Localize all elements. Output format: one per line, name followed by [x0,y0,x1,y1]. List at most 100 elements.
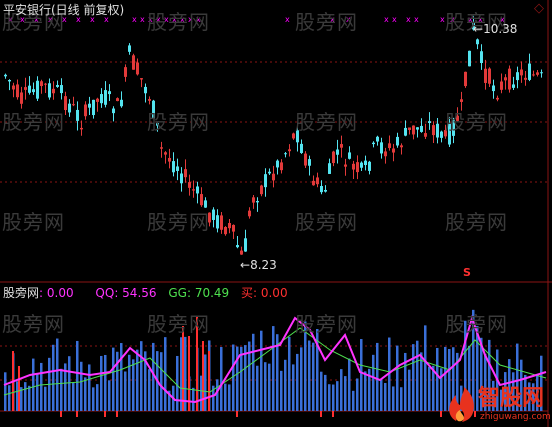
signal-marker: S [463,266,471,279]
candle-body [384,151,387,157]
candle-body [492,85,495,92]
buy-bar [208,351,210,411]
candle-body [104,90,107,105]
watermark: 股旁网 [445,110,508,134]
arrow-left-icon: ← [473,22,484,36]
candle-body [52,88,55,94]
candle-body [108,91,111,95]
histogram-bar [68,356,71,411]
histogram-bar [380,379,383,411]
watermark: 股旁网 [2,210,65,234]
candle-body [496,97,499,100]
candle-body [320,186,323,193]
histogram-bar [244,345,247,411]
watermark: 股旁网 [147,210,210,234]
indicator-legend: 股旁网: 0.00 QQ: 54.56 GG: 70.49 买: 0.00 [3,286,288,300]
chart-window[interactable]: xxxxxxxxxxxxxxxxxxxxxxxxxxxxx 股旁网 股旁网 股旁… [0,0,552,427]
candle-body [500,81,503,90]
histogram-bar [252,333,255,411]
candle-body [236,245,239,248]
candle-body [116,98,119,102]
histogram-bar [400,387,403,411]
cross-marker: x [285,15,290,24]
histogram-bar [88,364,91,411]
candle-body [380,142,383,154]
candle-body [304,153,307,166]
chart-title: 平安银行(日线 前复权) [3,3,125,17]
candle-body [140,78,143,80]
histogram-bar [24,382,27,411]
logo-text: 智股网 [478,386,545,411]
cross-marker: x [406,15,411,24]
watermark: 股旁网 [295,10,358,34]
histogram-bar [324,374,327,411]
histogram-bar [356,378,359,411]
candle-body [132,55,135,70]
candle-body [316,177,319,185]
histogram-bar [120,343,123,411]
buy-tick [116,411,118,417]
candle-body [416,127,419,130]
candle-body [164,152,167,155]
diamond-icon[interactable]: ◇ [534,2,544,16]
candle-body [212,209,215,220]
candle-body [4,74,7,77]
histogram-bar [44,386,47,411]
candle-body [144,86,147,94]
watermark: 股旁网 [295,312,358,336]
candle-body [24,87,27,90]
watermark: 股旁网 [147,10,210,34]
histogram-bar [72,382,75,411]
candle-body [60,85,63,94]
histogram-bar [416,340,419,411]
histogram-bar [140,341,143,411]
histogram-bar [364,371,367,411]
histogram-bar [408,369,411,411]
histogram-bar [436,347,439,411]
candle-body [124,67,127,77]
candle-body [168,157,171,162]
histogram-bar [220,347,223,411]
histogram-bar [340,369,343,411]
candle-body [268,171,271,174]
candle-body [20,92,23,104]
histogram-bar [52,344,55,411]
cross-marker: x [414,15,419,24]
candle-body [336,149,339,155]
histogram-bar [268,363,271,411]
candle-body [12,85,15,90]
candle-body [188,182,191,188]
histogram-bar [264,362,267,411]
candle-body [412,125,415,135]
candle-body [372,142,375,145]
candle-body [512,84,515,88]
histogram-bar [96,384,99,411]
candle-body [516,72,519,81]
candle-body [120,99,123,107]
histogram-bar [240,346,243,411]
candle-body [240,250,243,255]
candle-body [228,223,231,229]
logo-url: zhiguwang.com [480,412,551,422]
candle-body [312,180,315,186]
histogram-bar [176,355,179,411]
histogram-bar [100,355,103,411]
candle-body [396,136,399,146]
histogram-bar [352,390,355,411]
candle-body [528,63,531,80]
candle-body [408,127,411,130]
candle-body [28,85,31,93]
histogram-bar [92,387,95,411]
candle-body [252,197,255,203]
candle-body [232,224,235,232]
candle-body [136,62,139,75]
histogram-bar [412,344,415,411]
candle-body [72,104,75,106]
histogram-bar [372,354,375,411]
candle-body [440,131,443,138]
candle-body [100,94,103,104]
candle-body [8,80,11,82]
candle-body [504,77,507,81]
histogram-bar [328,384,331,411]
buy-tick [236,411,238,417]
